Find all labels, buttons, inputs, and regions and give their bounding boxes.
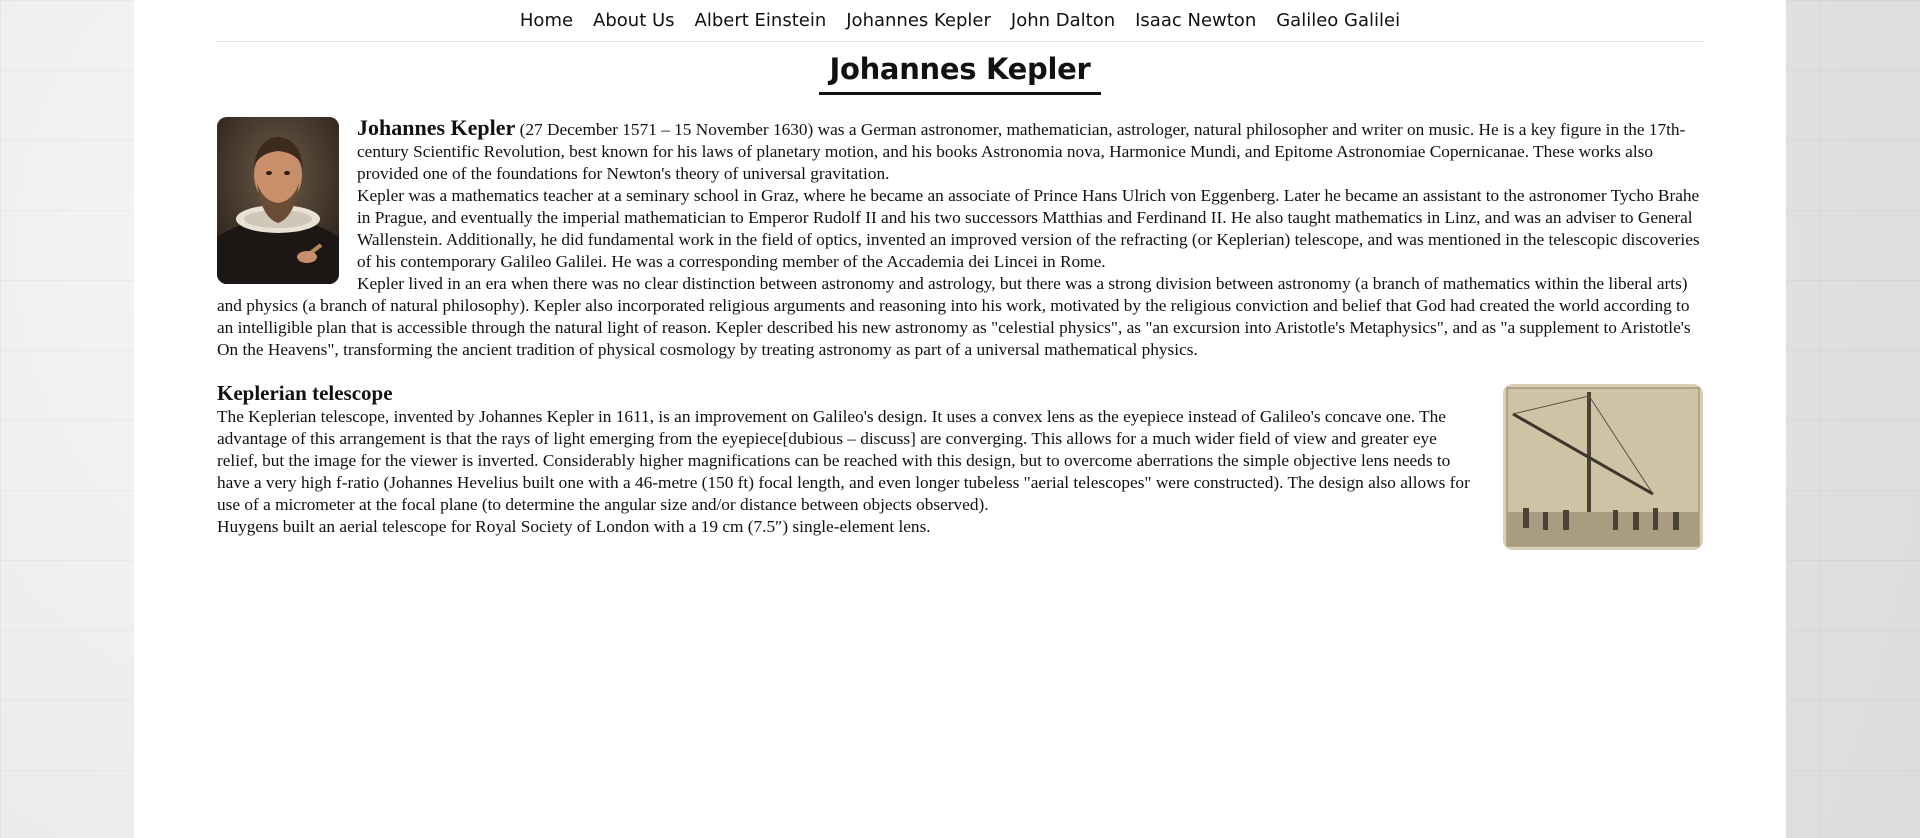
nav-link-john-dalton[interactable]: John Dalton — [1001, 0, 1125, 41]
nav-link-home[interactable]: Home — [510, 0, 583, 41]
top-nav: Home About Us Albert Einstein Johannes K… — [217, 0, 1703, 42]
title-wrap: Johannes Kepler — [217, 52, 1703, 95]
aerial-telescope-art — [1503, 384, 1703, 550]
intro-section: Johannes Kepler (27 December 1571 – 15 N… — [217, 117, 1703, 361]
telescope-paragraph-1: The Keplerian telescope, invented by Joh… — [217, 407, 1470, 514]
intro-paragraph-1: Johannes Kepler (27 December 1571 – 15 N… — [217, 117, 1703, 185]
telescope-section: The Keplerian telescope, invented by Joh… — [217, 384, 1703, 550]
page-container: Home About Us Albert Einstein Johannes K… — [134, 0, 1786, 838]
nav-link-albert-einstein[interactable]: Albert Einstein — [685, 0, 837, 41]
lead-name: Johannes Kepler — [357, 115, 516, 140]
kepler-portrait-art — [217, 117, 339, 284]
nav-link-galileo-galilei[interactable]: Galileo Galilei — [1266, 0, 1410, 41]
aerial-telescope-image — [1503, 384, 1703, 550]
telescope-paragraph-2: Huygens built an aerial telescope for Ro… — [217, 517, 931, 536]
kepler-portrait-image — [217, 117, 339, 284]
intro-paragraph-2: Kepler was a mathematics teacher at a se… — [357, 186, 1700, 271]
nav-link-isaac-newton[interactable]: Isaac Newton — [1125, 0, 1266, 41]
content-column: Home About Us Albert Einstein Johannes K… — [217, 0, 1703, 550]
nav-link-johannes-kepler[interactable]: Johannes Kepler — [836, 0, 1001, 41]
lead-text: (27 December 1571 – 15 November 1630) wa… — [357, 120, 1686, 183]
nav-link-about-us[interactable]: About Us — [583, 0, 685, 41]
section-heading-telescope: Keplerian telescope — [217, 381, 393, 405]
intro-paragraph-3: Kepler lived in an era when there was no… — [217, 274, 1691, 359]
page-title: Johannes Kepler — [819, 52, 1101, 95]
